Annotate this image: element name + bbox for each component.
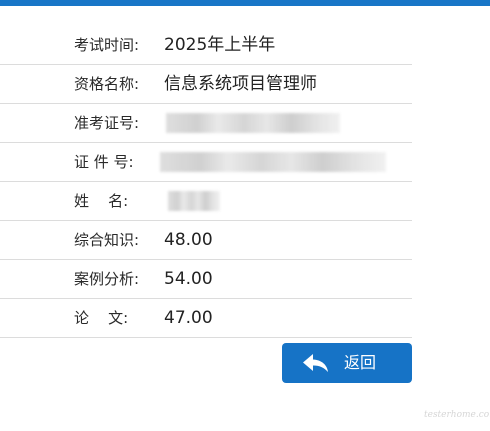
- name-redaction: [168, 191, 220, 211]
- essay-label: 论 文:: [74, 309, 129, 327]
- row-id-number: 证 件 号:: [0, 143, 412, 182]
- row-exam-time: 考试时间: 2025年上半年: [0, 26, 412, 65]
- comprehensive-score: 48.00: [164, 230, 213, 250]
- qualification-value: 信息系统项目管理师: [164, 74, 317, 94]
- exam-time-value: 2025年上半年: [164, 35, 276, 55]
- row-divider: [0, 337, 412, 338]
- return-button-label: 返回: [344, 353, 377, 372]
- row-name: 姓 名:: [0, 182, 412, 221]
- admission-number-label: 准考证号:: [74, 114, 140, 132]
- return-button[interactable]: 返回: [282, 343, 412, 383]
- row-essay-score: 论 文: 47.00: [0, 299, 412, 338]
- back-arrow-icon: [303, 354, 328, 372]
- row-admission-number: 准考证号:: [0, 104, 412, 143]
- top-accent-bar: [0, 0, 490, 6]
- case-analysis-score: 54.00: [164, 269, 213, 289]
- row-case-score: 案例分析: 54.00: [0, 260, 412, 299]
- exam-time-label: 考试时间:: [74, 36, 140, 54]
- essay-score: 47.00: [164, 308, 213, 328]
- qualification-label: 资格名称:: [74, 75, 140, 93]
- name-label: 姓 名:: [74, 192, 129, 210]
- case-analysis-label: 案例分析:: [74, 270, 140, 288]
- row-comprehensive-score: 综合知识: 48.00: [0, 221, 412, 260]
- comprehensive-label: 综合知识:: [74, 231, 140, 249]
- row-qualification: 资格名称: 信息系统项目管理师: [0, 65, 412, 104]
- id-number-redaction: [160, 152, 386, 172]
- admission-number-redaction: [166, 113, 340, 133]
- id-number-label: 证 件 号:: [74, 153, 134, 171]
- watermark: testerhome.com: [424, 410, 490, 420]
